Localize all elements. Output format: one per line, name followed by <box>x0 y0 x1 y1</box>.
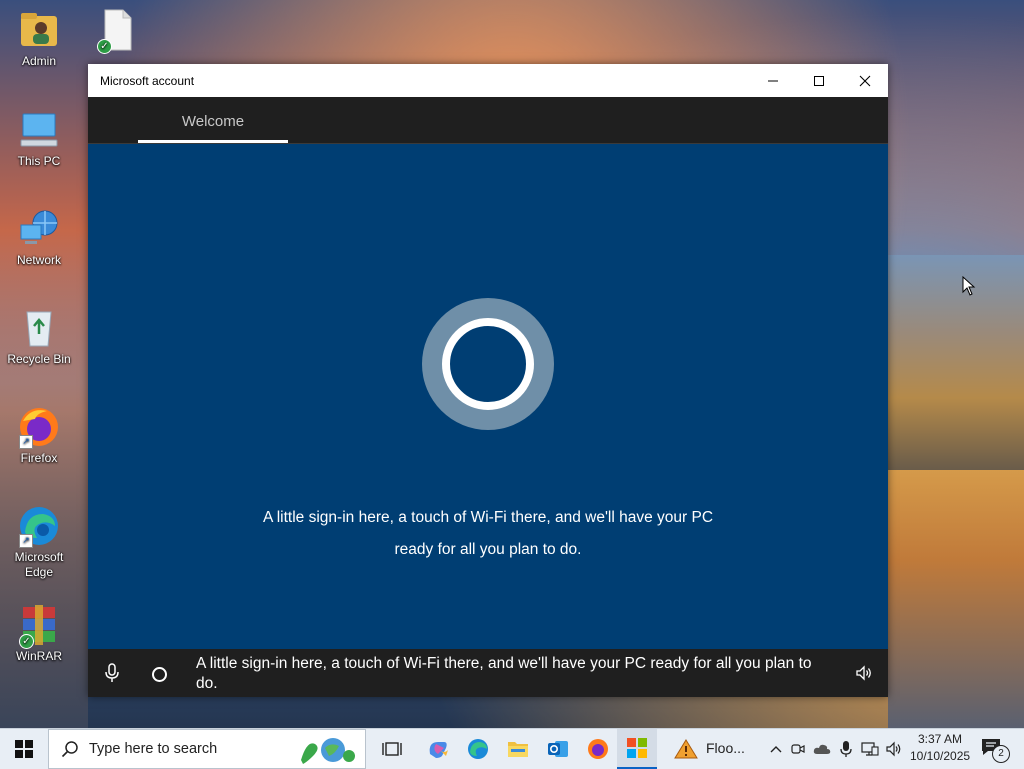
microphone-icon <box>105 663 119 682</box>
edge-icon: ↗ <box>17 504 61 548</box>
tab-welcome-label: Welcome <box>181 113 245 130</box>
firefox-taskbar-button[interactable] <box>578 729 618 769</box>
task-view-button[interactable] <box>372 729 412 769</box>
copilot-button[interactable] <box>418 729 458 769</box>
notification-count-badge: 2 <box>992 745 1010 763</box>
desktop-icon-edge[interactable]: ↗ Microsoft Edge <box>0 504 78 580</box>
onedrive-cloud-icon[interactable] <box>812 739 832 759</box>
caption-text: A little sign-in here, a touch of Wi-Fi … <box>196 655 812 692</box>
desktop-icon-file[interactable]: ✓ <box>78 8 156 54</box>
mouse-cursor-icon <box>962 276 976 296</box>
welcome-message-line2: ready for all you plan to do. <box>394 541 582 558</box>
notification-center-button[interactable]: 2 <box>980 737 1010 763</box>
chevron-up-icon <box>770 746 782 753</box>
recycle-bin-icon <box>17 306 61 350</box>
desktop-icon-label: Admin <box>21 54 56 68</box>
search-placeholder: Type here to search <box>89 741 218 757</box>
microphone-tray-icon[interactable] <box>836 739 856 759</box>
user-folder-icon <box>17 8 61 52</box>
floo-label: Floo... <box>706 740 745 756</box>
desktop-icon-label: WinRAR <box>15 649 62 663</box>
oobe-nav-bar: Welcome <box>88 97 888 144</box>
desktop-icon-admin[interactable]: Admin <box>0 8 78 69</box>
microsoft-store-button[interactable] <box>617 729 657 769</box>
outlook-icon <box>548 741 568 757</box>
microsoft-account-window: Microsoft account Welcome A little sign-… <box>88 64 888 697</box>
edge-taskbar-button[interactable] <box>458 729 498 769</box>
meet-now-icon[interactable] <box>788 739 808 759</box>
welcome-message-line1: A little sign-in here, a touch of Wi-Fi … <box>262 509 714 526</box>
cortana-ring-inner <box>442 318 534 410</box>
desktop-icon-network[interactable]: Network <box>0 207 78 268</box>
file-explorer-button[interactable] <box>498 729 538 769</box>
system-tray <box>764 729 914 769</box>
clock[interactable]: 3:37 AM 10/10/2025 <box>910 731 970 765</box>
firefox-icon: ↗ <box>17 405 61 449</box>
clock-date: 10/10/2025 <box>910 749 971 763</box>
window-titlebar[interactable]: Microsoft account <box>88 64 888 97</box>
computer-icon <box>17 108 61 152</box>
tab-welcome[interactable]: Welcome <box>138 97 288 143</box>
maximize-button[interactable] <box>796 64 842 97</box>
oobe-content: A little sign-in here, a touch of Wi-Fi … <box>88 144 888 649</box>
close-button[interactable] <box>842 64 888 97</box>
windows-logo-icon <box>15 740 33 758</box>
edge-icon <box>468 739 488 759</box>
close-icon <box>859 75 871 86</box>
sync-check-icon: ✓ <box>97 39 112 54</box>
show-hidden-icons-button[interactable] <box>766 739 786 759</box>
desktop-icon-label: This PC <box>17 154 61 168</box>
taskbar-search-box[interactable]: Type here to search <box>48 729 366 769</box>
caption-bar: A little sign-in here, a touch of Wi-Fi … <box>88 649 888 697</box>
sync-check-icon: ✓ <box>19 634 34 649</box>
shortcut-arrow-icon: ↗ <box>19 534 33 548</box>
welcome-message: A little sign-in here, a touch of Wi-Fi … <box>188 502 788 566</box>
firefox-icon <box>588 739 608 759</box>
winrar-icon: ✓ <box>17 603 61 649</box>
desktop-icon-firefox[interactable]: ↗ Firefox <box>0 405 78 466</box>
copilot-icon <box>429 742 448 758</box>
tab-active-indicator <box>138 140 288 143</box>
desktop-icon-recycle-bin[interactable]: Recycle Bin <box>0 306 78 367</box>
window-title: Microsoft account <box>100 73 195 88</box>
floo-warning-icon <box>674 739 698 759</box>
volume-icon[interactable] <box>884 739 904 759</box>
desktop-icon-label: Firefox <box>20 451 58 465</box>
minimize-icon <box>768 80 778 81</box>
shortcut-arrow-icon: ↗ <box>19 435 33 449</box>
microphone-button[interactable] <box>102 661 122 685</box>
network-tray-icon[interactable] <box>860 739 880 759</box>
search-highlight-ribbon-icon <box>301 738 355 764</box>
desktop-icon-label: Recycle Bin <box>7 352 71 366</box>
network-icon <box>17 207 61 251</box>
start-button[interactable] <box>0 729 48 769</box>
search-icon <box>61 741 78 758</box>
cortana-ring-icon <box>422 298 554 430</box>
taskbar: Type here to search Floo... 3:37 AM 10/1… <box>0 728 1024 769</box>
folder-icon <box>508 742 528 757</box>
outlook-button[interactable] <box>538 729 578 769</box>
desktop-icon-label: Microsoft Edge <box>14 550 64 579</box>
desktop-icon-label: Network <box>16 253 61 267</box>
speaker-icon <box>856 665 871 681</box>
floo-taskbar-button[interactable]: Floo... <box>668 729 768 769</box>
speaker-button[interactable] <box>854 663 874 683</box>
maximize-icon <box>814 75 824 86</box>
microsoft-logo-icon <box>627 738 647 758</box>
document-icon: ✓ <box>95 8 139 54</box>
desktop-icon-this-pc[interactable]: This PC <box>0 108 78 169</box>
desktop-icon-winrar[interactable]: ✓ WinRAR <box>0 603 78 664</box>
clock-time: 3:37 AM <box>917 732 963 746</box>
minimize-button[interactable] <box>750 64 796 97</box>
task-view-icon <box>382 742 402 756</box>
wallpaper-river <box>888 470 1024 728</box>
cortana-circle-icon <box>152 667 167 682</box>
